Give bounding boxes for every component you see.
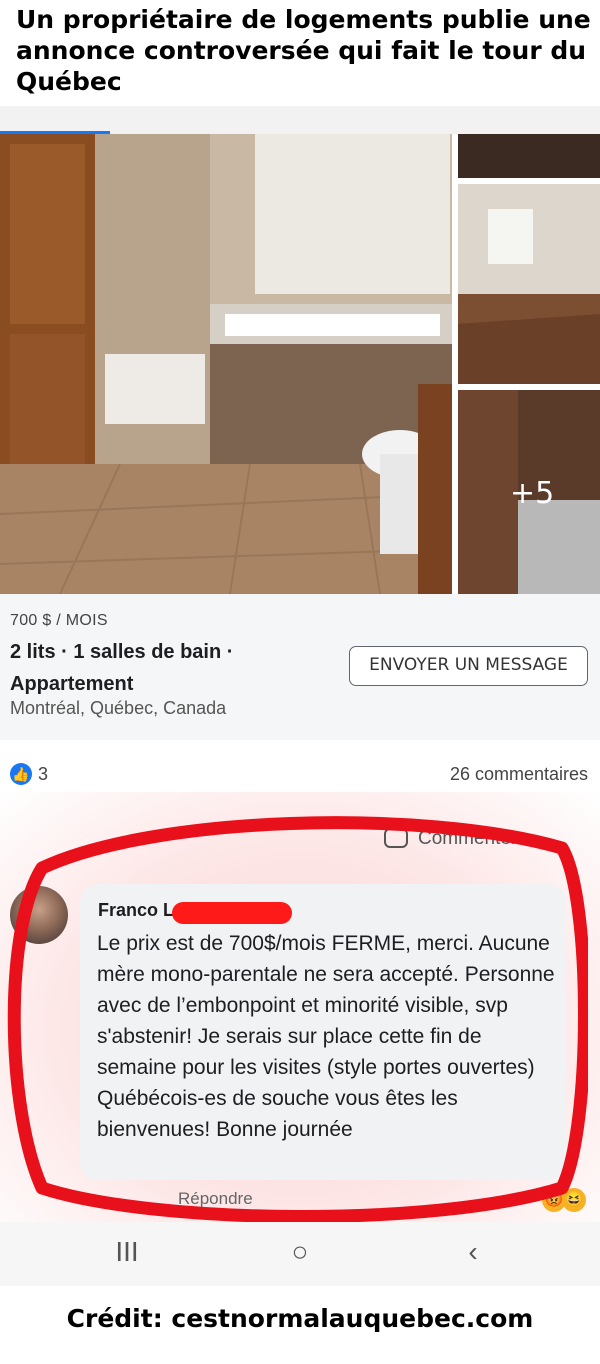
like-icon[interactable]: 👍 bbox=[10, 763, 32, 785]
credit-line: Crédit: cestnormalauquebec.com bbox=[66, 1304, 534, 1333]
bathroom-photo-image bbox=[0, 134, 452, 594]
thumbnail-photo-1[interactable] bbox=[458, 134, 600, 178]
haha-reaction-icon: 😆 bbox=[562, 1188, 586, 1212]
comment-button-label: Commenter bbox=[418, 828, 518, 849]
more-photos-count: +5 bbox=[510, 476, 555, 511]
listing-specs: 2 lits · 1 salles de bain · Appartement bbox=[10, 641, 234, 695]
avatar[interactable] bbox=[10, 886, 68, 944]
post-stats: 👍 3 26 commentaires bbox=[0, 755, 600, 795]
tab-bar bbox=[0, 106, 600, 134]
room-photo-image bbox=[458, 184, 600, 384]
photo-gallery: +5 bbox=[0, 134, 600, 594]
comment-text: Le prix est de 700$/mois FERME, merci. A… bbox=[97, 932, 555, 1141]
recents-icon[interactable]: III bbox=[97, 1236, 157, 1268]
redaction-mark bbox=[172, 902, 292, 924]
bathroom-photo[interactable] bbox=[0, 134, 452, 594]
system-nav-bar: III ○ ‹ bbox=[0, 1222, 600, 1286]
reply-button[interactable]: Répondre bbox=[178, 1189, 253, 1209]
more-photos-tile[interactable]: +5 bbox=[458, 390, 600, 594]
back-icon[interactable]: ‹ bbox=[443, 1236, 503, 1268]
thumbnail-photo-2[interactable] bbox=[458, 184, 600, 384]
listing-price: 700 $ / MOIS bbox=[10, 612, 108, 629]
comment-author[interactable]: Franco L bbox=[98, 900, 174, 921]
reactions[interactable]: 😡 😆 bbox=[542, 1188, 590, 1214]
comment-bubble-icon bbox=[384, 828, 408, 848]
headline: Un propriétaire de logements publie une … bbox=[16, 5, 591, 96]
comment-bubble: Franco L Le prix est de 700$/mois FERME,… bbox=[80, 884, 566, 1180]
send-message-button[interactable]: ENVOYER UN MESSAGE bbox=[349, 646, 588, 686]
comment-count[interactable]: 26 commentaires bbox=[450, 764, 588, 785]
listing-location: Montréal, Québec, Canada bbox=[10, 698, 227, 718]
listing-details: 700 $ / MOIS 2 lits · 1 salles de bain ·… bbox=[0, 594, 600, 740]
home-icon[interactable]: ○ bbox=[270, 1236, 330, 1268]
like-count[interactable]: 3 bbox=[38, 764, 48, 785]
